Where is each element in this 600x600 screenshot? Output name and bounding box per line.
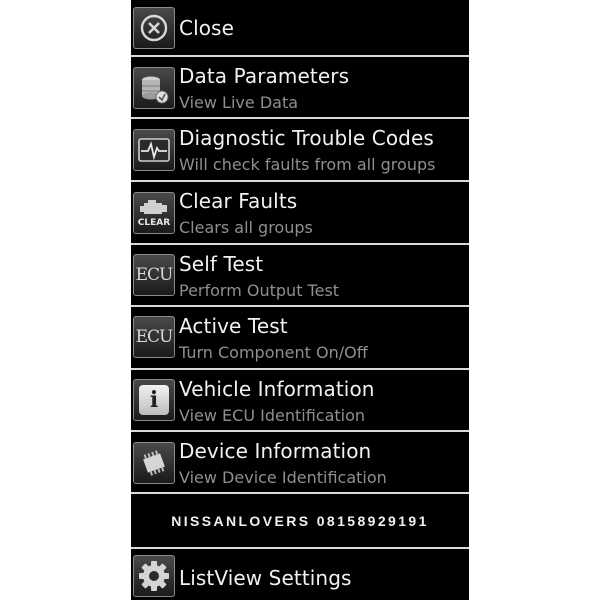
banner-row: NISSANLOVERS 08158929191 xyxy=(131,494,469,547)
menu-item-title: Vehicle Information xyxy=(179,377,375,401)
menu-item-title: Active Test xyxy=(179,314,288,338)
clear-icon-text: CLEAR xyxy=(137,218,171,228)
menu-item-device-information[interactable]: Device Information View Device Identific… xyxy=(131,432,469,492)
info-icon: i xyxy=(133,379,175,421)
menu-item-title: Data Parameters xyxy=(179,64,350,88)
engine-clear-icon: CLEAR xyxy=(133,192,175,234)
menu-item-title: Clear Faults xyxy=(179,189,298,213)
menu-item-subtitle: View ECU Identification xyxy=(179,406,366,425)
menu-item-subtitle: Clears all groups xyxy=(179,218,313,237)
settings-label: ListView Settings xyxy=(179,566,352,590)
ecg-monitor-icon xyxy=(133,129,175,171)
banner-text: NISSANLOVERS 08158929191 xyxy=(171,513,429,529)
menu-item-subtitle: Turn Component On/Off xyxy=(179,343,368,362)
menu-item-title: Diagnostic Trouble Codes xyxy=(179,126,434,150)
menu-item-subtitle: View Live Data xyxy=(179,93,299,112)
ecu-icon: ECU xyxy=(133,316,175,358)
close-circle-icon xyxy=(133,7,175,49)
menu-item-title: Device Information xyxy=(179,439,372,463)
chip-icon xyxy=(133,442,175,484)
menu-item-self-test[interactable]: ECU Self Test Perform Output Test xyxy=(131,245,469,305)
close-label: Close xyxy=(179,16,234,40)
menu-item-subtitle: Will check faults from all groups xyxy=(179,155,436,174)
menu-item-vehicle-information[interactable]: i Vehicle Information View ECU Identific… xyxy=(131,370,469,430)
menu-screen: Close Data Parameters View Live Data Dia… xyxy=(131,0,469,600)
menu-item-subtitle: Perform Output Test xyxy=(179,281,340,300)
ecu-icon-text: ECU xyxy=(135,327,174,347)
info-icon-text: i xyxy=(149,387,159,413)
menu-item-data-parameters[interactable]: Data Parameters View Live Data xyxy=(131,57,469,117)
ecu-icon: ECU xyxy=(133,254,175,296)
close-row[interactable]: Close xyxy=(131,0,469,55)
database-icon xyxy=(133,67,175,109)
menu-item-title: Self Test xyxy=(179,252,264,276)
menu-item-subtitle: View Device Identification xyxy=(179,468,387,487)
listview-settings-row[interactable]: ListView Settings xyxy=(131,549,469,600)
ecu-icon-text: ECU xyxy=(135,265,174,285)
menu-item-diagnostic-trouble-codes[interactable]: Diagnostic Trouble Codes Will check faul… xyxy=(131,119,469,180)
menu-item-active-test[interactable]: ECU Active Test Turn Component On/Off xyxy=(131,307,469,368)
gear-icon xyxy=(133,555,175,597)
menu-item-clear-faults[interactable]: CLEAR Clear Faults Clears all groups xyxy=(131,182,469,243)
